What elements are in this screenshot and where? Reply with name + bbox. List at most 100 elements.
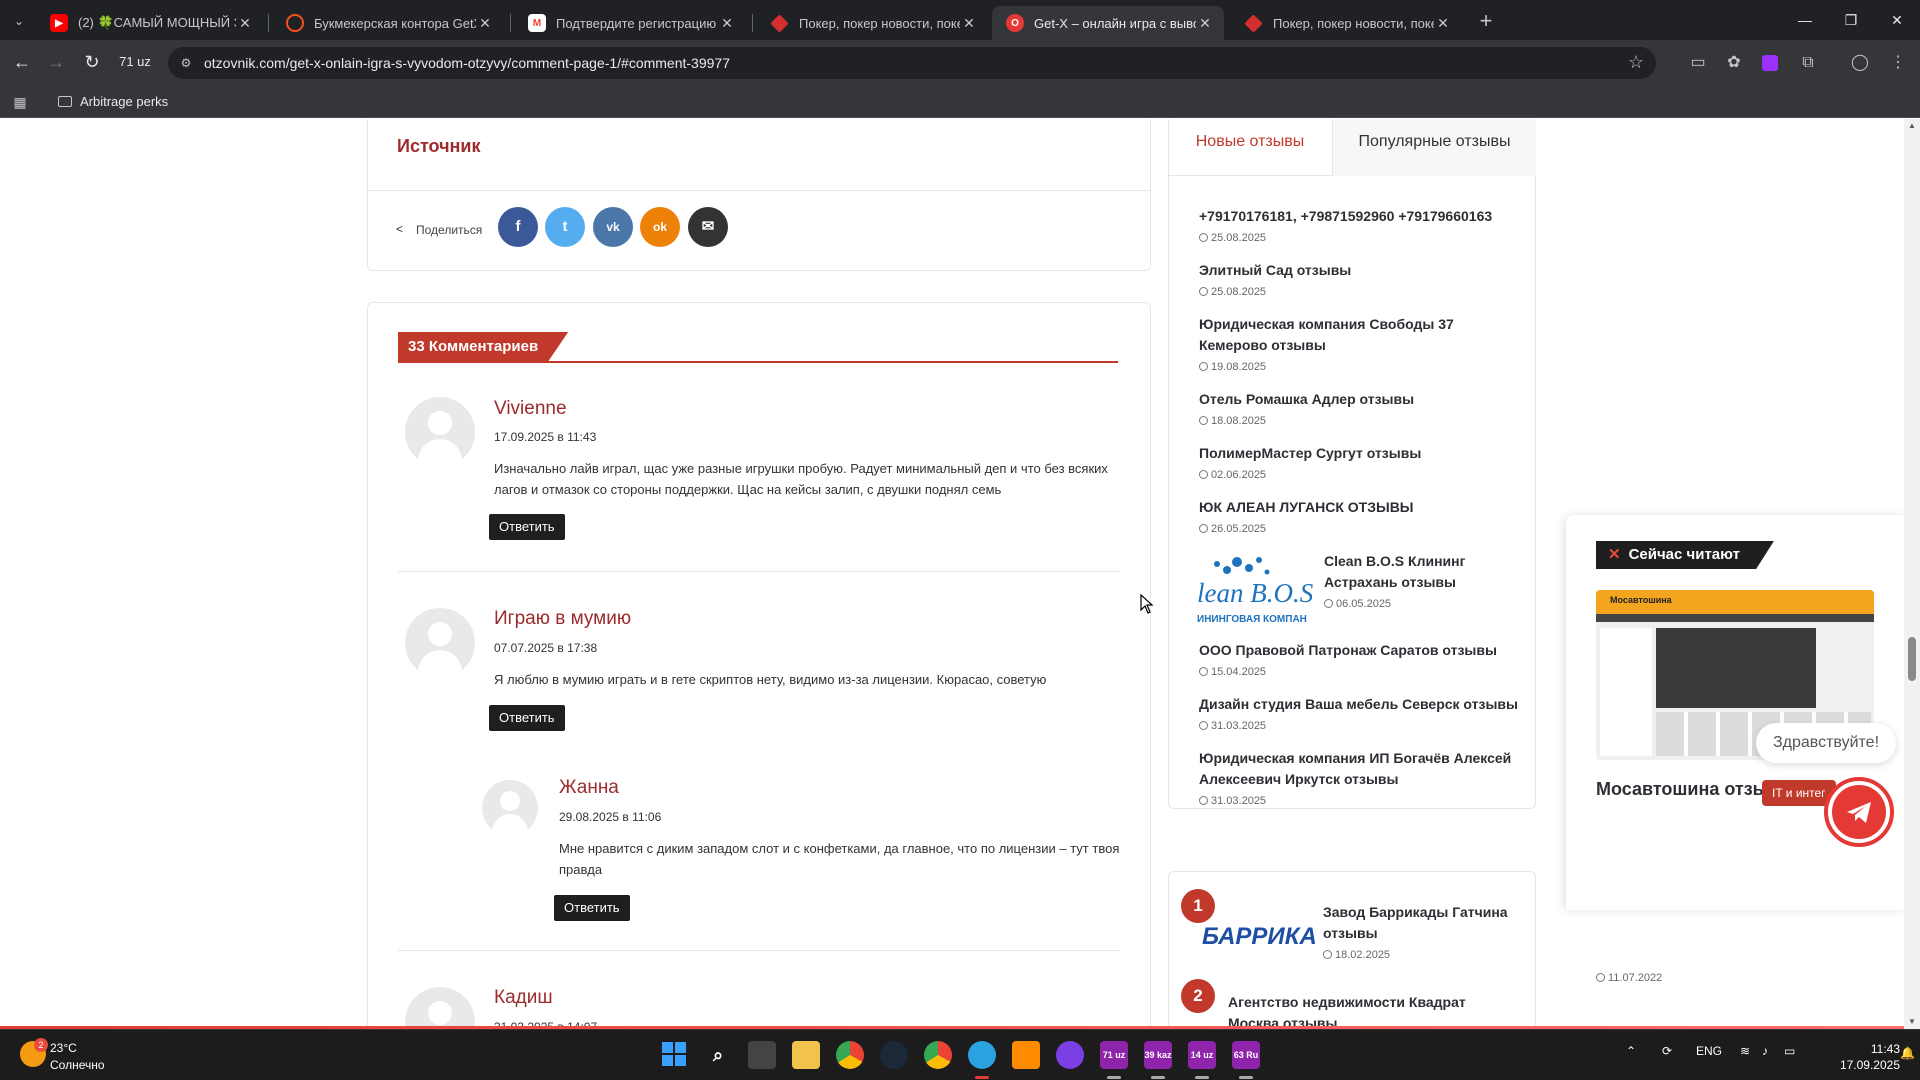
clock-time[interactable]: 11:43 xyxy=(1840,1042,1900,1056)
close-icon[interactable]: ✕ xyxy=(1196,15,1214,32)
bookmark-arbitrage-perks[interactable]: Arbitrage perks xyxy=(58,86,168,118)
menu-icon[interactable]: ⋮ xyxy=(1884,49,1912,77)
tab-poker-1[interactable]: Покер, покер новости, покер ✕ xyxy=(756,6,988,40)
tab-popular-reviews[interactable]: Популярные отзывы xyxy=(1332,119,1536,176)
review-link[interactable]: отзывы xyxy=(1323,923,1523,944)
twitter-share-button[interactable]: t xyxy=(545,207,585,247)
chat-greeting[interactable]: Здравствуйте! xyxy=(1756,723,1896,763)
tab-gmail[interactable]: M Подтвердите регистрацию на ✕ xyxy=(514,6,746,40)
close-icon[interactable]: ✕ xyxy=(718,15,736,32)
comment-author[interactable]: Кадиш xyxy=(494,987,553,1009)
close-icon[interactable]: ✕ xyxy=(1434,15,1452,32)
url-text[interactable]: otzovnik.com/get-x-onlain-igra-s-vyvodom… xyxy=(204,47,730,79)
telegram-taskbar-icon[interactable] xyxy=(968,1041,996,1069)
site-info-icon[interactable]: ⚙ xyxy=(176,53,196,73)
comment-date[interactable]: 29.08.2025 в 11:06 xyxy=(559,810,661,824)
profile-icon[interactable]: ◯ xyxy=(1846,49,1874,77)
steam-icon[interactable] xyxy=(880,1041,908,1069)
source-link[interactable]: Источник xyxy=(397,136,480,157)
clock-date[interactable]: 17.09.2025 xyxy=(1818,1058,1900,1072)
reply-button[interactable]: Ответить xyxy=(489,705,565,731)
odnoklassniki-share-button[interactable]: ok xyxy=(640,207,680,247)
review-link[interactable]: Элитный Сад отзывы xyxy=(1199,260,1519,281)
close-icon[interactable]: ✕ xyxy=(1608,546,1621,563)
review-link[interactable]: Clean B.O.S Клининг xyxy=(1324,551,1524,572)
barrikady-logo[interactable]: БАРРИКА xyxy=(1200,907,1317,957)
tab-poker-2[interactable]: Покер, покер новости, покер ✕ xyxy=(1230,6,1462,40)
close-icon[interactable]: ✕ xyxy=(476,15,494,32)
clock-icon xyxy=(1199,287,1208,296)
sync-icon[interactable]: ⟳ xyxy=(1662,1044,1672,1058)
volume-icon[interactable]: ♪ xyxy=(1762,1044,1768,1058)
review-link[interactable]: ПолимерМастер Сургут отзывы xyxy=(1199,443,1519,464)
browser-profile-14uz[interactable]: 14 uz xyxy=(1188,1041,1216,1069)
comment-date[interactable]: 07.07.2025 в 17:38 xyxy=(494,641,597,655)
reply-button[interactable]: Ответить xyxy=(554,895,630,921)
chrome-profile-icon[interactable] xyxy=(924,1041,952,1069)
telegram-chat-button[interactable] xyxy=(1824,777,1894,847)
apps-grid-icon[interactable]: ▦ xyxy=(10,92,30,112)
review-link[interactable]: ЮК АЛЕАН ЛУГАНСК ОТЗЫВЫ xyxy=(1199,497,1519,518)
notification-bell-icon[interactable]: 🔔 xyxy=(1900,1046,1915,1060)
file-explorer-icon[interactable] xyxy=(792,1041,820,1069)
zoom-indicator[interactable]: 71 uz xyxy=(112,49,158,75)
review-link[interactable]: Кемерово отзывы xyxy=(1199,335,1519,356)
tray-overflow-icon[interactable]: ⌃ xyxy=(1626,1044,1636,1058)
task-view-icon[interactable] xyxy=(748,1041,776,1069)
close-window-icon[interactable]: ✕ xyxy=(1874,0,1920,40)
puzzle-icon[interactable]: ⧉ xyxy=(1794,49,1822,77)
page-scrollbar[interactable]: ▲ ▼ xyxy=(1904,119,1920,1029)
search-icon[interactable]: ⌕ xyxy=(704,1041,732,1069)
extension-purple-icon[interactable] xyxy=(1756,49,1784,77)
review-link[interactable]: Астрахань отзывы xyxy=(1324,572,1524,593)
review-link[interactable]: Агентство недвижимости Квадрат xyxy=(1228,992,1518,1013)
review-link[interactable]: Дизайн студия Ваша мебель Северск отзывы xyxy=(1199,694,1519,715)
facebook-share-button[interactable]: f xyxy=(498,207,538,247)
back-icon[interactable]: ← xyxy=(8,48,36,76)
address-bar[interactable]: ⚙ otzovnik.com/get-x-onlain-igra-s-vyvod… xyxy=(168,47,1656,79)
comment-date[interactable]: 17.09.2025 в 11:43 xyxy=(494,430,596,444)
review-link[interactable]: Юридическая компания ИП Богачёв Алексей xyxy=(1199,748,1519,769)
comment-author[interactable]: Жанна xyxy=(559,777,619,799)
tab-new-reviews[interactable]: Новые отзывы xyxy=(1168,119,1332,176)
reply-button[interactable]: Ответить xyxy=(489,514,565,540)
browser-profile-39kaz[interactable]: 39 kaz xyxy=(1144,1041,1172,1069)
app-orange-icon[interactable] xyxy=(1012,1041,1040,1069)
battery-icon[interactable]: ▭ xyxy=(1784,1044,1795,1058)
email-share-button[interactable]: ✉ xyxy=(688,207,728,247)
browser-profile-63ru[interactable]: 63 Ru xyxy=(1232,1041,1260,1069)
comment-author[interactable]: Vivienne xyxy=(494,398,567,420)
review-link[interactable]: Завод Баррикады Гатчина xyxy=(1323,902,1523,923)
tab-search-icon[interactable]: ⌄ xyxy=(6,8,32,34)
wifi-icon[interactable]: ≋ xyxy=(1740,1044,1750,1058)
review-link[interactable]: ООО Правовой Патронаж Саратов отзывы xyxy=(1199,640,1519,661)
review-link[interactable]: Отель Ромашка Адлер отзывы xyxy=(1199,389,1519,410)
clean-bos-logo[interactable]: lean B.O.S ИНИНГОВАЯ КОМПАН xyxy=(1197,552,1313,634)
vk-share-button[interactable]: vk xyxy=(593,207,633,247)
minimize-icon[interactable]: — xyxy=(1782,0,1828,40)
close-icon[interactable]: ✕ xyxy=(236,15,254,32)
weather-temp[interactable]: 23°C xyxy=(50,1041,77,1055)
extension-icon[interactable]: ✿ xyxy=(1720,49,1748,77)
browser-profile-71uz[interactable]: 71 uz xyxy=(1100,1041,1128,1069)
tab-getx-otzovnik[interactable]: O Get-X – онлайн игра с выводо ✕ xyxy=(992,6,1224,40)
restore-icon[interactable]: ❐ xyxy=(1828,0,1874,40)
windows-start-icon[interactable] xyxy=(660,1041,688,1069)
review-link[interactable]: Юридическая компания Свободы 37 xyxy=(1199,314,1519,335)
review-link[interactable]: +79170176181, +79871592960 +79179660163 xyxy=(1199,206,1519,227)
review-link[interactable]: Алексеевич Иркутск отзывы xyxy=(1199,769,1519,790)
reload-icon[interactable]: ↻ xyxy=(78,48,106,76)
comment-author[interactable]: Играю в мумию xyxy=(494,608,631,630)
chrome-icon[interactable] xyxy=(836,1041,864,1069)
weather-condition[interactable]: Солнечно xyxy=(50,1058,105,1072)
tab-getx-bookmaker[interactable]: Букмекерская контора GetX – ✕ xyxy=(272,6,504,40)
scrollbar-thumb[interactable] xyxy=(1908,637,1916,681)
bookmark-star-icon[interactable]: ☆ xyxy=(1628,52,1644,73)
tab-youtube[interactable]: ▶ (2) 🍀САМЫЙ МОЩНЫЙ ЗАН ✕ xyxy=(36,6,264,40)
close-icon[interactable]: ✕ xyxy=(960,15,978,32)
new-tab-button[interactable]: + xyxy=(1472,8,1500,36)
camera-icon[interactable]: ▭ xyxy=(1684,49,1712,77)
forward-icon[interactable]: → xyxy=(42,48,70,76)
app-purple-icon[interactable] xyxy=(1056,1041,1084,1069)
language-indicator[interactable]: ENG xyxy=(1696,1044,1722,1058)
